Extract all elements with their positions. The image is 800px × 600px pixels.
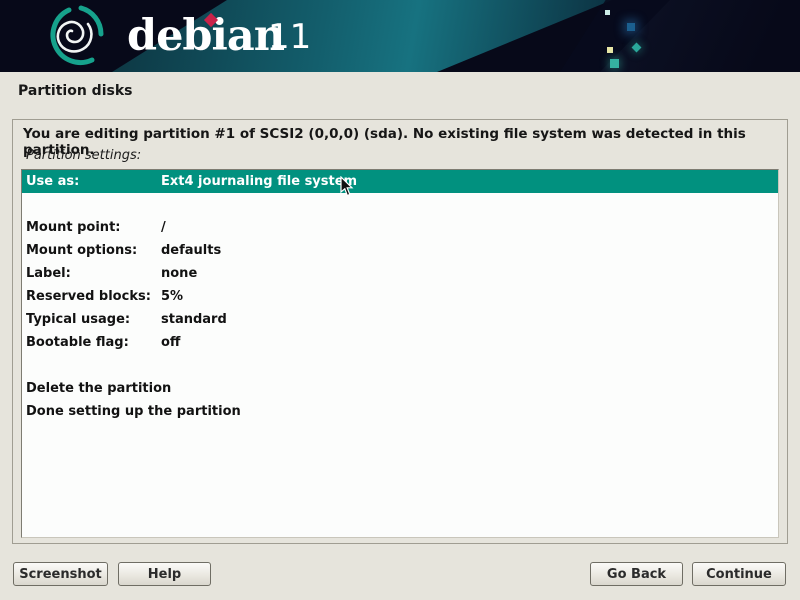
mouse-cursor-icon — [340, 176, 354, 197]
debian-swirl-logo-icon — [44, 4, 106, 68]
list-item[interactable] — [22, 193, 778, 216]
brand-version: 11 — [268, 20, 311, 54]
item-label: Bootable flag: — [26, 331, 129, 354]
item-label: Delete the partition — [26, 377, 171, 400]
page-title: Partition disks — [18, 83, 132, 99]
item-label: Label: — [26, 262, 71, 285]
list-item[interactable] — [22, 354, 778, 377]
item-value: off — [161, 331, 180, 354]
banner-square-yellow — [607, 47, 613, 53]
banner-square-teal — [610, 59, 619, 68]
item-label: Mount options: — [26, 239, 137, 262]
banner-square-blue — [627, 23, 635, 31]
list-item[interactable]: Typical usage: standard — [22, 308, 778, 331]
list-item[interactable]: Reserved blocks: 5% — [22, 285, 778, 308]
item-label: Use as: — [26, 170, 79, 193]
banner-square-cyan — [605, 10, 610, 15]
item-label: Done setting up the partition — [26, 400, 241, 423]
list-item[interactable]: Delete the partition — [22, 377, 778, 400]
list-item[interactable]: Use as: Ext4 journaling file system — [22, 170, 778, 193]
screenshot-button[interactable]: Screenshot — [13, 562, 108, 586]
item-value: defaults — [161, 239, 221, 262]
banner: debian 11 — [0, 0, 800, 72]
partition-settings-label: Partition settings: — [26, 148, 141, 163]
item-value: / — [161, 216, 166, 239]
go-back-button[interactable]: Go Back — [590, 562, 683, 586]
item-value: none — [161, 262, 197, 285]
list-item[interactable]: Bootable flag: off — [22, 331, 778, 354]
item-value: standard — [161, 308, 227, 331]
partition-settings-frame: You are editing partition #1 of SCSI2 (0… — [12, 119, 788, 544]
list-item[interactable]: Mount point: / — [22, 216, 778, 239]
list-item[interactable]: Done setting up the partition — [22, 400, 778, 423]
item-label: Reserved blocks: — [26, 285, 151, 308]
settings-list[interactable]: Use as: Ext4 journaling file system Mount … — [21, 169, 779, 538]
list-item[interactable]: Label: none — [22, 262, 778, 285]
item-label: Mount point: — [26, 216, 120, 239]
item-value: 5% — [161, 285, 183, 308]
list-item[interactable]: Mount options: defaults — [22, 239, 778, 262]
help-button[interactable]: Help — [118, 562, 211, 586]
item-value: Ext4 journaling file system — [161, 170, 357, 193]
item-label: Typical usage: — [26, 308, 130, 331]
continue-button[interactable]: Continue — [692, 562, 786, 586]
